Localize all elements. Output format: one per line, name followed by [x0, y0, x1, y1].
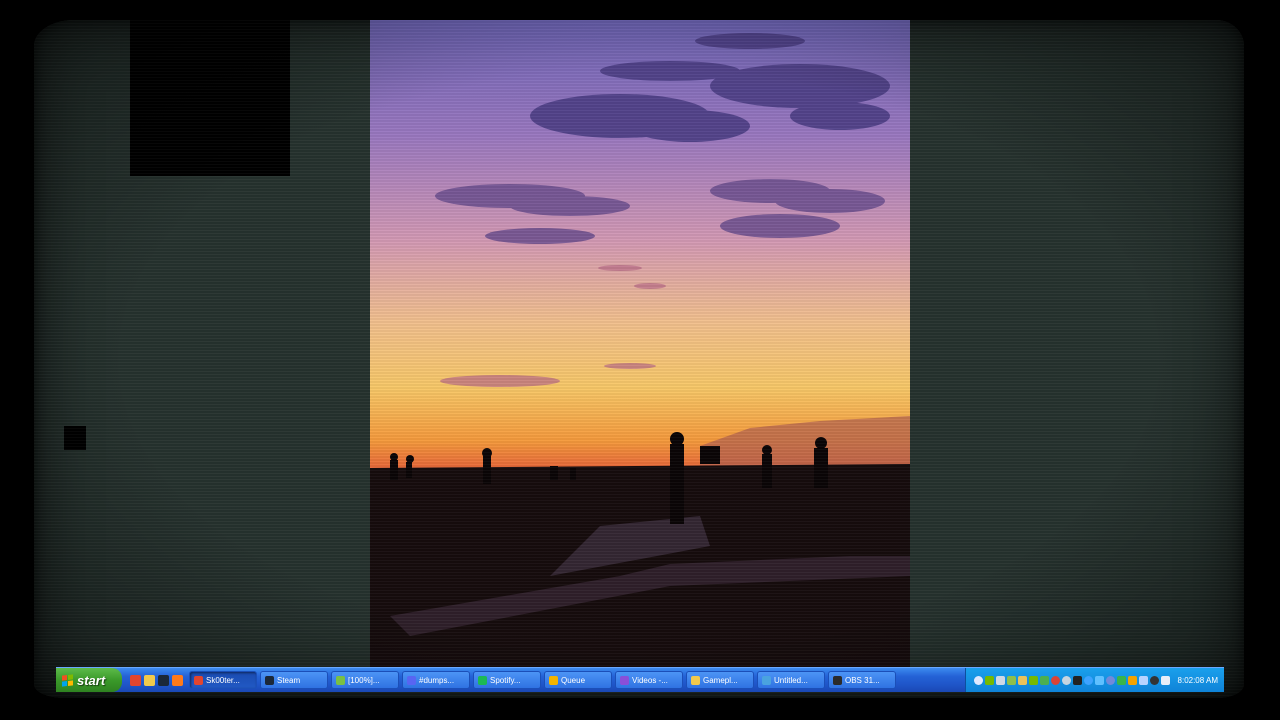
black-window-block [130, 20, 290, 176]
photo-viewer-window[interactable] [370, 20, 910, 680]
task-label: Gamepl... [703, 675, 738, 685]
task-button-untitled[interactable]: Untitled... [757, 671, 825, 689]
tray-steam-icon[interactable] [1061, 675, 1071, 685]
task-button-obs[interactable]: OBS 31... [828, 671, 896, 689]
task-label: Sk00ter... [206, 675, 240, 685]
folder-icon [691, 675, 700, 685]
tray-volume-icon[interactable] [1160, 675, 1170, 685]
task-label: Spotify... [490, 675, 521, 685]
taskbar: start Sk00ter... Steam [100%]... #dumps.… [56, 667, 1224, 692]
tray-discord-icon[interactable] [1105, 675, 1115, 685]
task-button-torrent[interactable]: [100%]... [331, 671, 399, 689]
task-button-brave[interactable]: Sk00ter... [189, 671, 257, 689]
video-icon [620, 675, 629, 685]
task-button-gameplay[interactable]: Gamepl... [686, 671, 754, 689]
desktop-icon-placeholder[interactable] [64, 426, 86, 450]
task-label: Videos -... [632, 675, 668, 685]
tray-flag-icon[interactable] [1127, 675, 1137, 685]
tray-green-icon[interactable] [1116, 675, 1126, 685]
quick-launch [122, 674, 189, 686]
task-button-discord[interactable]: #dumps... [402, 671, 470, 689]
tray-sync-icon[interactable] [1094, 675, 1104, 685]
tray-network-icon[interactable] [1138, 675, 1148, 685]
task-label: [100%]... [348, 675, 380, 685]
tray-chrome-icon[interactable] [1050, 675, 1060, 685]
firefox-icon[interactable] [172, 674, 183, 686]
brave-icon [194, 675, 203, 685]
sunset-photo [370, 20, 910, 680]
brave-icon[interactable] [130, 674, 141, 686]
windows-logo-icon [62, 673, 73, 687]
tray-globe-icon[interactable] [1083, 675, 1093, 685]
task-label: #dumps... [419, 675, 455, 685]
start-label: start [77, 672, 106, 688]
tray-folder-icon[interactable] [1017, 675, 1027, 685]
task-button-queue[interactable]: Queue [544, 671, 612, 689]
obs-icon [833, 675, 842, 685]
system-tray: 8:02:08 AM [964, 668, 1224, 692]
tray-usb-icon[interactable] [995, 675, 1005, 685]
task-button-steam[interactable]: Steam [260, 671, 328, 689]
tray-shield-icon[interactable] [1039, 675, 1049, 685]
tray-box-icon[interactable] [1006, 675, 1016, 685]
folder-icon[interactable] [144, 674, 155, 686]
spotify-icon [478, 675, 487, 685]
torrent-icon [336, 675, 345, 685]
task-label: Queue [561, 675, 586, 685]
queue-icon [549, 675, 558, 685]
task-label: Untitled... [774, 675, 808, 685]
discord-icon [407, 675, 416, 685]
task-button-spotify[interactable]: Spotify... [473, 671, 541, 689]
tray-obs-icon[interactable] [1149, 675, 1159, 685]
tray-nvidia-icon[interactable] [1028, 675, 1038, 685]
task-label: Steam [277, 675, 301, 685]
paint-icon [762, 675, 771, 685]
task-label: OBS 31... [845, 675, 880, 685]
tray-arrow-icon[interactable] [973, 675, 983, 685]
task-button-videos[interactable]: Videos -... [615, 671, 683, 689]
steam-icon [265, 675, 274, 685]
start-button[interactable]: start [56, 668, 122, 692]
tray-gpu-icon[interactable] [984, 675, 994, 685]
crt-screen: start Sk00ter... Steam [100%]... #dumps.… [34, 20, 1244, 698]
task-list: Sk00ter... Steam [100%]... #dumps... Spo… [189, 671, 965, 689]
steam-icon[interactable] [158, 674, 169, 686]
clock[interactable]: 8:02:08 AM [1178, 676, 1218, 685]
tray-m-icon[interactable] [1072, 675, 1082, 685]
